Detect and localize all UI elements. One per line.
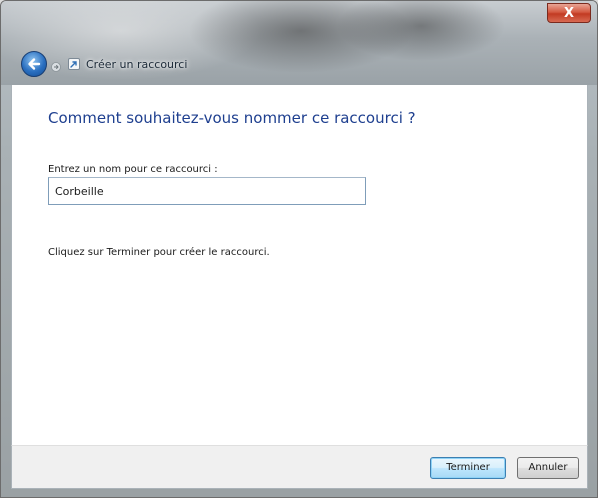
page-title: Comment souhaitez-vous nommer ce raccour… [48,109,416,127]
dialog-footer: Terminer Annuler [11,445,588,489]
back-button[interactable] [21,51,47,77]
forward-button[interactable] [51,57,61,72]
instruction-text: Cliquez sur Terminer pour créer le racco… [48,247,270,258]
create-shortcut-dialog: X Créer un raccourci Comment souhaitez-v… [0,0,598,498]
title-bar: X Créer un raccourci [1,1,597,85]
shortcut-icon [68,58,80,70]
back-arrow-icon [28,58,41,70]
content-panel: Comment souhaitez-vous nommer ce raccour… [11,85,588,445]
cancel-button[interactable]: Annuler [517,457,579,479]
breadcrumb-title: Créer un raccourci [86,57,188,71]
shortcut-name-label: Entrez un nom pour ce raccourci : [48,164,218,175]
finish-button[interactable]: Terminer [430,457,506,479]
shortcut-name-input[interactable] [48,177,366,205]
forward-arrow-icon [51,62,61,72]
close-button[interactable]: X [547,3,591,23]
breadcrumb: Créer un raccourci [65,53,193,75]
